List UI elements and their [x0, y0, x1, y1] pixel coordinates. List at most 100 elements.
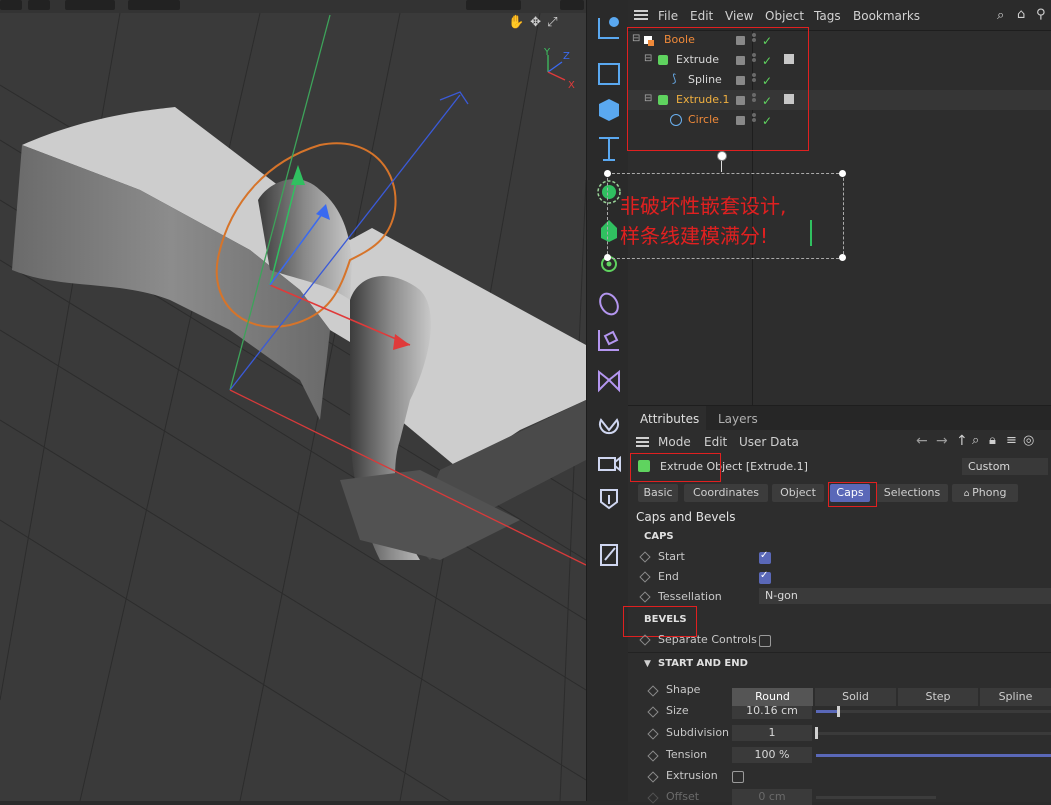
cube-icon[interactable]	[599, 99, 619, 121]
viewport-nav-icons[interactable]: ✋✥⤢	[508, 15, 563, 30]
home-icon[interactable]: ⌂	[1017, 7, 1025, 22]
viewport-tool-3[interactable]	[65, 0, 115, 10]
end-label: End	[658, 570, 679, 583]
shape-option-spline[interactable]: Spline	[980, 688, 1051, 706]
extrusion-label: Extrusion	[666, 769, 718, 782]
viewport-tool-1[interactable]	[0, 0, 22, 10]
om-menu-edit[interactable]: Edit	[690, 9, 713, 23]
viewport-scene: Y Z X	[0, 12, 586, 801]
viewport-tool-6[interactable]	[560, 0, 584, 10]
3d-viewport[interactable]: Y Z X ✋✥⤢	[0, 0, 586, 801]
resize-handle[interactable]	[604, 170, 611, 177]
new-window-icon[interactable]: ◎	[1023, 433, 1034, 448]
hamburger-icon[interactable]	[634, 10, 648, 12]
subtab-selections[interactable]: Selections	[876, 484, 948, 502]
mini-axis-z-label: Z	[563, 51, 570, 62]
back-arrow-icon[interactable]: ←	[916, 433, 928, 449]
keyframe-diamond-icon[interactable]	[647, 750, 659, 762]
bend-icon[interactable]	[598, 330, 619, 351]
tab-attributes[interactable]: Attributes	[640, 412, 699, 426]
keyframe-diamond-icon[interactable]	[647, 792, 659, 804]
start-checkbox[interactable]	[759, 550, 771, 564]
floor-icon[interactable]	[600, 489, 618, 510]
tension-slider-fill[interactable]	[816, 754, 1051, 757]
shape-option-solid[interactable]: Solid	[815, 688, 896, 706]
cube-outline-icon[interactable]	[598, 63, 620, 85]
text-tool-icon[interactable]	[599, 137, 619, 161]
mini-axis-x-label: X	[568, 80, 575, 91]
filter-icon[interactable]: ≡	[1006, 433, 1017, 448]
size-slider-track[interactable]	[816, 710, 1051, 713]
forward-arrow-icon[interactable]: →	[936, 433, 948, 449]
gizmo-y-arrow[interactable]	[291, 165, 305, 185]
keyframe-diamond-icon[interactable]	[647, 771, 659, 783]
light-icon[interactable]	[599, 418, 619, 435]
keyframe-diamond-icon[interactable]	[647, 685, 659, 697]
expand-triangle-icon[interactable]: ▼	[644, 659, 651, 669]
annotation-textbox[interactable]: 非破坏性嵌套设计, 样条线建模满分!	[604, 151, 846, 261]
om-menu-view[interactable]: View	[725, 9, 753, 23]
attr-menu-edit[interactable]: Edit	[704, 435, 727, 449]
subdivision-field[interactable]: 1	[732, 725, 812, 741]
attr-menu-mode[interactable]: Mode	[658, 435, 691, 449]
camera-icon[interactable]	[598, 455, 621, 473]
end-checkbox[interactable]	[759, 570, 771, 584]
edit-icon[interactable]	[600, 544, 618, 566]
offset-label: Offset	[666, 790, 700, 803]
attr-tabbar: Attributes Layers	[628, 406, 1051, 430]
attr-menu-user-data[interactable]: User Data	[739, 435, 799, 449]
viewport-tool-2[interactable]	[28, 0, 50, 10]
start-label: Start	[658, 550, 685, 563]
keyframe-diamond-icon[interactable]	[639, 551, 651, 563]
mini-axis-z	[547, 61, 563, 73]
hamburger-icon[interactable]	[636, 437, 649, 439]
om-menu-file[interactable]: File	[658, 9, 678, 23]
size-slider-handle[interactable]	[837, 705, 840, 717]
keyframe-diamond-icon[interactable]	[639, 571, 651, 583]
annotation-line-1: 非破坏性嵌套设计,	[620, 194, 787, 218]
offset-slider-track[interactable]	[816, 796, 936, 799]
lock-icon[interactable]: 🔒︎	[989, 433, 996, 448]
subtab-object[interactable]: Object	[772, 484, 824, 502]
extrusion-checkbox[interactable]	[732, 771, 744, 783]
mini-axis-x	[547, 71, 566, 81]
preset-dropdown[interactable]: Custom	[962, 458, 1048, 475]
mini-axis-y-label: Y	[543, 47, 551, 58]
attr-menubar: Mode Edit User Data ← → ↑ ⌕ 🔒︎ ≡ ◎	[628, 430, 1051, 454]
text-cursor	[810, 220, 812, 246]
resize-handle[interactable]	[839, 254, 846, 261]
attributes-manager: Attributes Layers Mode Edit User Data ← …	[623, 405, 1051, 805]
twist-icon[interactable]	[598, 369, 620, 393]
shape-option-round[interactable]: Round	[732, 688, 813, 706]
tension-field[interactable]: 100 %	[732, 747, 812, 763]
keyframe-diamond-icon[interactable]	[647, 706, 659, 718]
keyframe-diamond-icon[interactable]	[639, 591, 651, 603]
resize-handle[interactable]	[604, 254, 611, 261]
viewport-tool-4[interactable]	[128, 0, 180, 10]
deformer-icon[interactable]	[597, 290, 622, 317]
subtab-basic[interactable]: Basic	[638, 484, 678, 502]
search-icon[interactable]: ⌕	[997, 8, 1004, 23]
subdivision-slider-handle[interactable]	[815, 727, 818, 739]
subtab-phong[interactable]: ⌂ Phong	[952, 484, 1018, 502]
om-menu-object[interactable]: Object	[765, 9, 804, 23]
up-arrow-icon[interactable]: ↑	[956, 433, 968, 449]
size-label: Size	[666, 704, 689, 717]
offset-field[interactable]: 0 cm	[732, 789, 812, 805]
subtab-coordinates[interactable]: Coordinates	[684, 484, 768, 502]
section-title: Caps and Bevels	[636, 510, 736, 524]
subdivision-slider-track[interactable]	[816, 732, 1051, 735]
tessellation-label: Tessellation	[658, 590, 722, 603]
rotate-handle[interactable]	[717, 151, 727, 161]
keyframe-diamond-icon[interactable]	[647, 728, 659, 740]
om-menu-bookmarks[interactable]: Bookmarks	[853, 9, 920, 23]
resize-handle[interactable]	[839, 170, 846, 177]
shape-option-step[interactable]: Step	[898, 688, 978, 706]
separate-controls-checkbox[interactable]	[759, 635, 771, 647]
om-menu-tags[interactable]: Tags	[814, 9, 841, 23]
tessellation-dropdown[interactable]: N-gon	[759, 588, 1051, 604]
search-icon[interactable]: ⌕	[972, 433, 979, 448]
viewport-tool-5[interactable]	[466, 0, 521, 10]
tab-layers[interactable]: Layers	[718, 412, 758, 426]
filter-icon[interactable]: ⚲	[1036, 7, 1046, 22]
